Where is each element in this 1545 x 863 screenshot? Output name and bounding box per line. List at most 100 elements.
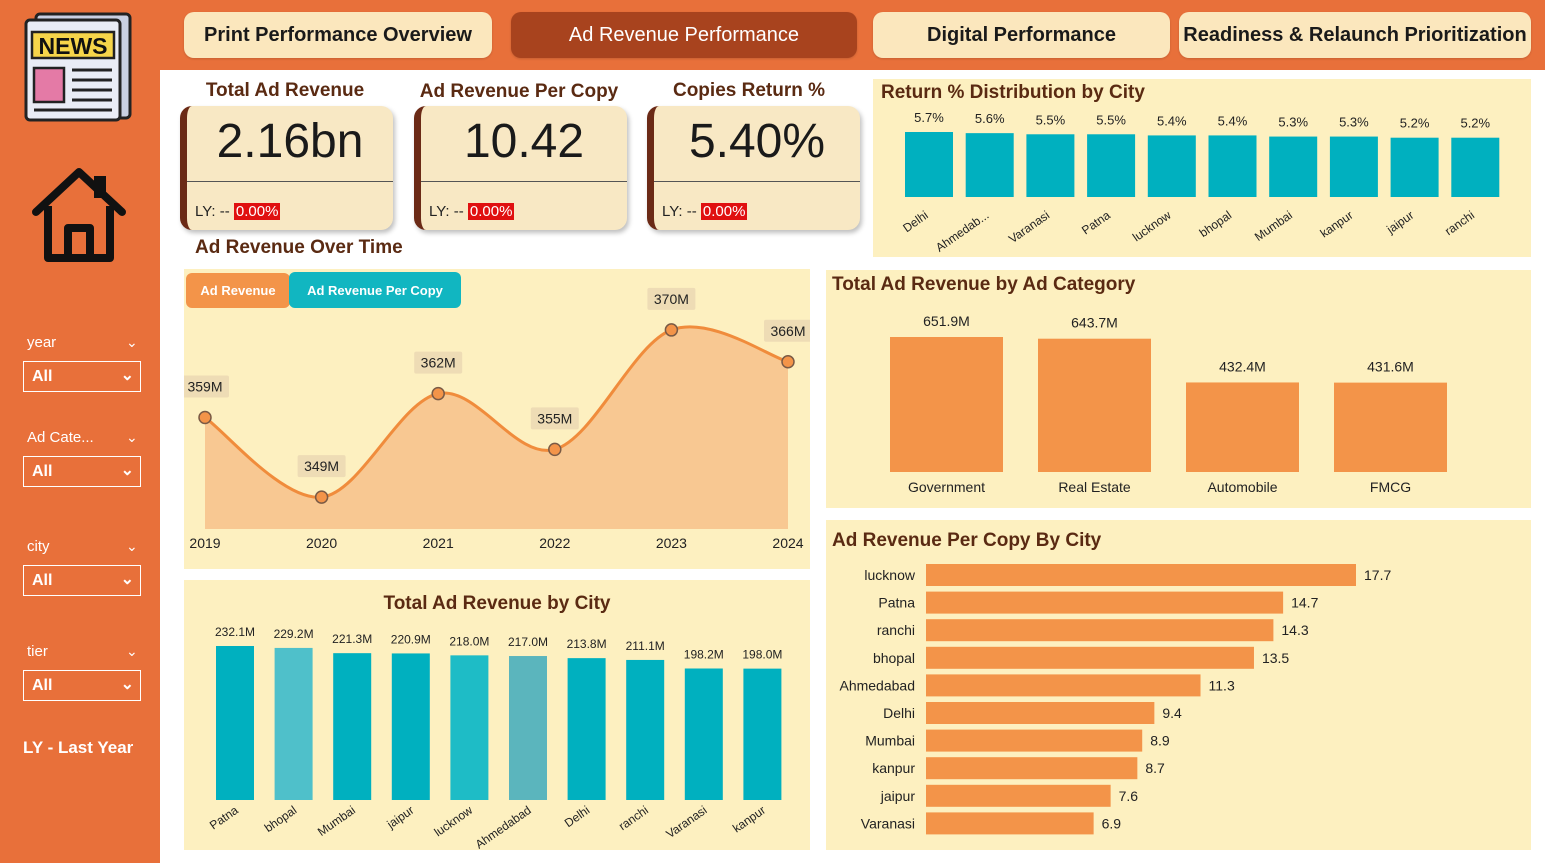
return-pct-bar — [1147, 135, 1196, 197]
tab-ad-revenue[interactable]: Ad Revenue Performance — [511, 12, 857, 58]
data-label: 5.4% — [1218, 113, 1248, 128]
revenue-over-time-panel: Ad Revenue Ad Revenue Per Copy 359M 2019 3… — [184, 269, 810, 569]
data-label: 198.0M — [742, 648, 782, 662]
x-tick-label: 2024 — [772, 535, 803, 551]
y-tick-label: Patna — [878, 595, 915, 611]
x-tick-label: Patna — [207, 803, 241, 833]
return-pct-bar — [1390, 137, 1439, 197]
kpi-card-ad-revenue-per-copy: 10.42 LY: -- 0.00% — [414, 106, 627, 230]
data-label: 14.7 — [1291, 595, 1318, 611]
tier-slicer[interactable]: All ⌄ — [23, 670, 141, 701]
x-tick-label: lucknow — [1130, 208, 1174, 245]
x-tick-label: lucknow — [432, 803, 476, 840]
return-pct-bar — [1329, 136, 1378, 197]
data-label: 643.7M — [1071, 315, 1118, 331]
city-slicer[interactable]: All ⌄ — [23, 565, 141, 596]
x-tick-label: Mumbai — [315, 803, 358, 839]
area-fill — [205, 326, 788, 529]
x-tick-label: Mumbai — [1252, 208, 1295, 244]
return-pct-bar — [1269, 136, 1318, 197]
data-label: 17.7 — [1364, 567, 1391, 583]
x-tick-label: Varanasi — [1006, 208, 1052, 246]
category-bar — [1038, 338, 1151, 472]
chevron-down-icon[interactable]: ⌄ — [126, 334, 138, 351]
city-revenue-bar — [450, 655, 489, 800]
per-copy-bar — [926, 757, 1138, 780]
data-label: 5.2% — [1400, 116, 1430, 131]
return-pct-bar — [1208, 135, 1257, 197]
per-copy-bar — [926, 784, 1111, 807]
kpi-card-copies-return: 5.40% LY: -- 0.00% — [647, 106, 860, 230]
city-revenue-bar — [333, 653, 372, 800]
x-tick-label: kanpur — [730, 803, 768, 836]
kpi-title-ad-revenue-per-copy: Ad Revenue Per Copy — [419, 81, 619, 102]
per-copy-bar — [926, 702, 1155, 724]
x-tick-label: 2022 — [539, 535, 570, 551]
tab-readiness-relaunch[interactable]: Readiness & Relaunch Prioritization — [1179, 12, 1531, 58]
data-label: 5.3% — [1339, 115, 1369, 130]
category-bar — [1186, 382, 1299, 472]
y-tick-label: kanpur — [872, 760, 915, 776]
data-label: 349M — [304, 458, 339, 474]
filter-label-tier: tier — [27, 643, 48, 660]
data-label: 5.7% — [914, 110, 944, 125]
y-tick-label: lucknow — [864, 567, 915, 583]
data-label: 14.3 — [1281, 622, 1308, 638]
data-point — [431, 386, 445, 401]
city-revenue-bar — [274, 647, 313, 800]
filter-label-ad-category: Ad Cate... — [27, 429, 94, 446]
return-pct-panel: Return % Distribution by City 5.7% Delhi 5… — [873, 79, 1531, 257]
y-tick-label: Varanasi — [861, 815, 915, 831]
data-label: 221.3M — [332, 632, 372, 646]
kpi-title-copies-return: Copies Return % — [672, 80, 826, 101]
x-tick-label: Ahmedab... — [933, 208, 991, 255]
per-copy-bar — [926, 729, 1143, 752]
x-tick-label: Delhi — [562, 803, 592, 830]
kpi-ly: LY: -- 0.00% — [429, 203, 515, 220]
return-pct-chart: 5.7% Delhi 5.6% Ahmedab... 5.5% Varanasi 5.5% P… — [900, 110, 1500, 255]
x-tick-label: jaipur — [384, 803, 417, 832]
data-label: 362M — [421, 355, 456, 371]
return-pct-bar — [965, 133, 1014, 197]
return-pct-bar — [1026, 134, 1075, 197]
chevron-down-icon[interactable]: ⌄ — [126, 538, 138, 555]
data-label: 5.4% — [1157, 113, 1187, 128]
tab-digital-performance[interactable]: Digital Performance — [873, 12, 1170, 58]
filter-label-city: city — [27, 538, 50, 555]
city-revenue-bar — [391, 653, 430, 800]
kpi-value: 5.40% — [688, 115, 826, 168]
data-label: 218.0M — [449, 634, 489, 648]
ad-category-slicer[interactable]: All ⌄ — [23, 456, 141, 487]
chevron-down-icon[interactable]: ⌄ — [126, 429, 138, 446]
data-label: 9.4 — [1162, 705, 1182, 721]
data-point — [548, 442, 562, 457]
chevron-down-icon: ⌄ — [120, 571, 134, 588]
data-label: 432.4M — [1219, 358, 1266, 374]
chevron-down-icon[interactable]: ⌄ — [126, 643, 138, 660]
logo-text: NEWS — [39, 33, 108, 59]
per-copy-bar — [926, 619, 1274, 642]
filter-label-year: year — [27, 334, 57, 351]
x-tick-label: Patna — [1079, 208, 1113, 238]
data-label: 355M — [537, 410, 572, 426]
x-tick-label: Government — [908, 479, 985, 495]
data-label: 11.3 — [1209, 677, 1235, 693]
chevron-down-icon: ⌄ — [120, 367, 134, 384]
tab-print-performance[interactable]: Print Performance Overview — [184, 12, 492, 58]
city-slicer-value: All — [32, 572, 53, 589]
data-label: 370M — [654, 291, 689, 307]
ad-category-panel: Total Ad Revenue by Ad Category 651.9M Go… — [826, 270, 1531, 508]
city-revenue-bar — [567, 658, 606, 800]
data-label: 5.2% — [1460, 116, 1490, 131]
x-tick-label: Automobile — [1207, 479, 1277, 495]
year-slicer-value: All — [32, 368, 53, 385]
x-tick-label: jaipur — [1383, 208, 1416, 237]
data-label: 366M — [770, 323, 805, 339]
data-label: 5.5% — [1036, 112, 1066, 127]
year-slicer[interactable]: All ⌄ — [23, 361, 141, 392]
revenue-by-city-chart: 232.1M Patna 229.2M bhopal 221.3M Mumbai 220.9… — [207, 625, 782, 850]
home-icon[interactable] — [30, 164, 128, 264]
per-copy-bar — [926, 674, 1201, 697]
kpi-ly: LY: -- 0.00% — [195, 203, 281, 220]
category-bar — [890, 337, 1003, 472]
